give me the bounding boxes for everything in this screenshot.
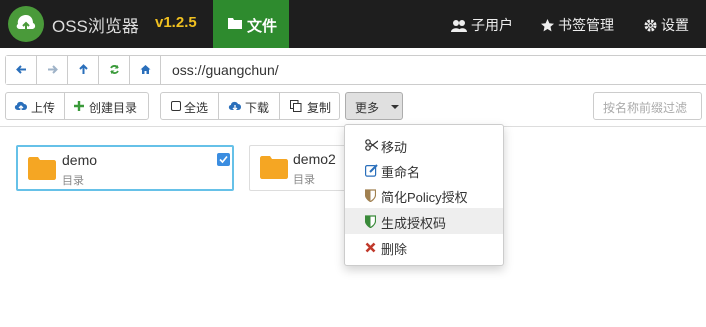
upload-label: 上传 (31, 101, 56, 115)
file-type: 目录 (293, 174, 315, 186)
nav-bookmarks[interactable]: 书签管理 (541, 15, 614, 35)
filter-input[interactable]: 按名称前缀过滤 (593, 92, 702, 120)
up-button[interactable] (68, 56, 99, 84)
menu-item-gen-auth-code[interactable]: 生成授权码 (345, 208, 503, 234)
refresh-button[interactable] (99, 56, 130, 84)
refresh-icon (110, 65, 119, 74)
menu-item-label: 重命名 (381, 165, 421, 180)
menu-item-move[interactable]: 移动 (345, 132, 503, 158)
nav-settings[interactable]: 设置 (644, 15, 689, 35)
checkbox-icon (171, 101, 181, 111)
nav-settings-label: 设置 (661, 17, 689, 33)
users-icon (451, 20, 467, 32)
download-label: 下载 (245, 101, 270, 115)
address-bar: oss://guangchun/ (5, 55, 706, 85)
more-dropdown-menu: 移动 重命名 简化Policy授权 生成授权码 删除 (344, 124, 504, 266)
selection-group: 全选 下载 复制 (160, 92, 340, 120)
edit-icon (365, 164, 378, 177)
cloud-upload-icon (14, 101, 27, 111)
more-label: 更多 (355, 101, 380, 115)
more-dropdown-button[interactable]: 更多 (345, 92, 403, 120)
menu-item-label: 生成授权码 (381, 216, 447, 231)
home-button[interactable] (130, 56, 161, 84)
menu-item-label: 删除 (381, 242, 408, 257)
caret-down-icon (391, 105, 399, 109)
plus-icon (74, 101, 84, 111)
nav-file-tab[interactable]: 文件 (213, 0, 289, 48)
top-nav: OSS浏览器 v1.2.5 文件 子用户 书签管理 设置 (0, 0, 706, 48)
file-name: demo (62, 152, 98, 168)
x-icon (365, 242, 376, 253)
arrow-up-icon (79, 64, 88, 74)
folder-icon (228, 18, 242, 29)
nav-bookmarks-label: 书签管理 (558, 17, 614, 33)
file-name: demo2 (293, 151, 336, 167)
folder-icon (260, 156, 288, 179)
shield-icon (365, 189, 376, 202)
home-icon (140, 65, 151, 74)
arrow-left-icon (16, 65, 26, 74)
app-logo-icon (8, 6, 44, 42)
copy-icon (290, 100, 302, 112)
nav-subusers[interactable]: 子用户 (451, 15, 513, 35)
upload-button[interactable]: 上传 (6, 93, 64, 119)
copy-button[interactable]: 复制 (280, 93, 340, 119)
file-item-demo2[interactable]: demo2 目录 (249, 145, 349, 191)
file-type: 目录 (62, 175, 84, 187)
copy-label: 复制 (307, 101, 332, 115)
shield-icon (365, 215, 376, 228)
select-all-button[interactable]: 全选 (161, 93, 218, 119)
cloud-download-icon (228, 101, 241, 111)
create-dir-label: 创建目录 (89, 101, 138, 115)
back-button[interactable] (6, 56, 37, 84)
nav-subusers-label: 子用户 (471, 17, 513, 33)
forward-button[interactable] (37, 56, 68, 84)
create-dir-button[interactable]: 创建目录 (65, 93, 149, 119)
app-title: OSS浏览器 (52, 17, 139, 36)
folder-icon (28, 157, 56, 180)
arrow-right-icon (48, 65, 58, 74)
menu-item-delete[interactable]: 删除 (345, 234, 503, 260)
nav-file-label: 文件 (247, 18, 278, 35)
menu-item-label: 简化Policy授权 (381, 190, 468, 205)
download-button[interactable]: 下载 (219, 93, 279, 119)
star-icon (541, 19, 554, 32)
select-all-label: 全选 (184, 101, 209, 115)
app-version: v1.2.5 (155, 14, 197, 31)
check-icon (219, 155, 228, 164)
upload-group: 上传 创建目录 (5, 92, 149, 120)
file-checkbox[interactable] (217, 153, 230, 166)
path-input[interactable]: oss://guangchun/ (172, 62, 279, 78)
menu-item-simple-policy[interactable]: 简化Policy授权 (345, 182, 503, 208)
scissors-icon (365, 139, 378, 151)
file-item-demo[interactable]: demo 目录 (16, 145, 234, 191)
menu-item-label: 移动 (381, 140, 408, 155)
menu-item-rename[interactable]: 重命名 (345, 157, 503, 183)
gear-icon (644, 19, 657, 32)
